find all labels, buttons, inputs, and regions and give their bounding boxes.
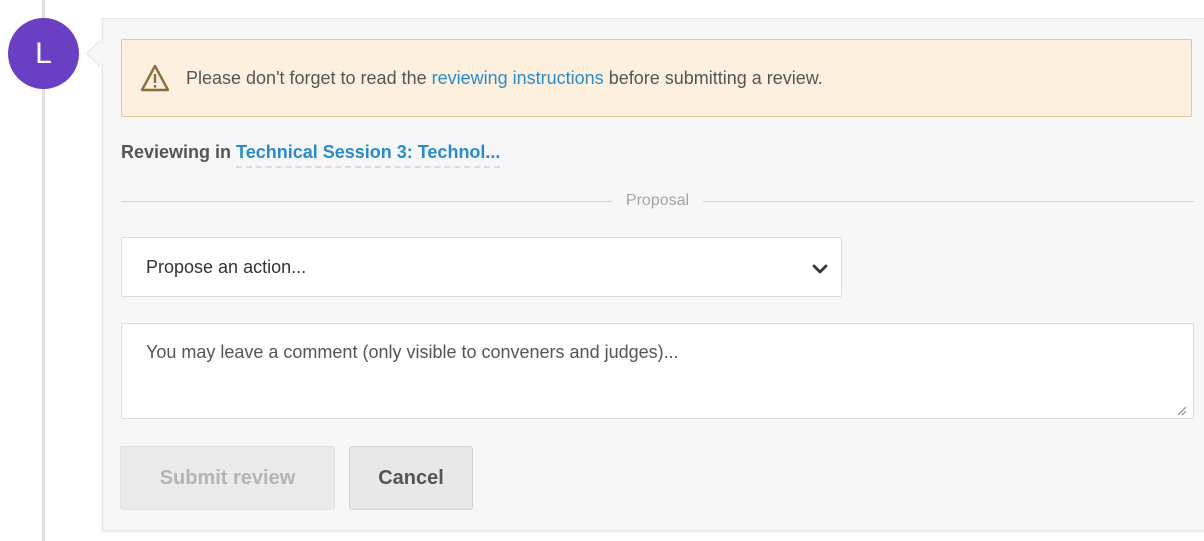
avatar: L — [8, 18, 79, 89]
submit-review-button[interactable]: Submit review — [120, 446, 335, 510]
reviewing-in-line: Reviewing in Technical Session 3: Techno… — [121, 142, 501, 168]
reviewing-instructions-link[interactable]: reviewing instructions — [432, 68, 604, 89]
chevron-down-icon — [811, 260, 829, 274]
cancel-label: Cancel — [378, 466, 444, 489]
reviewing-warning-banner: Please don't forget to read the reviewin… — [121, 39, 1192, 117]
propose-action-selected-value: Propose an action... — [146, 256, 307, 277]
warning-triangle-icon — [140, 64, 170, 92]
avatar-initial: L — [35, 37, 52, 70]
comment-textarea[interactable]: You may leave a comment (only visible to… — [121, 323, 1194, 419]
reviewing-prefix: Reviewing in — [121, 142, 237, 162]
resize-handle-icon[interactable] — [1175, 400, 1187, 416]
comment-placeholder: You may leave a comment (only visible to… — [146, 342, 679, 362]
proposal-divider: Proposal — [121, 190, 1194, 212]
divider-line-right — [703, 200, 1194, 202]
cancel-button[interactable]: Cancel — [349, 446, 473, 510]
submit-review-label: Submit review — [159, 466, 296, 489]
proposal-label: Proposal — [625, 192, 690, 209]
warning-text-before: Please don't forget to read the — [186, 67, 432, 88]
divider-line-left — [121, 200, 612, 202]
propose-action-select[interactable]: Propose an action... — [121, 237, 842, 297]
warning-text-after: before submitting a review. — [603, 67, 823, 88]
session-selector-link[interactable]: Technical Session 3: Technol... — [236, 142, 501, 168]
